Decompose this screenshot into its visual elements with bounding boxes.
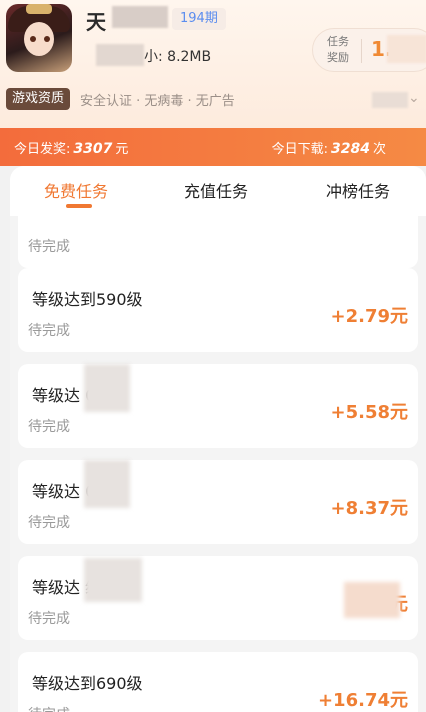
chevron-down-icon[interactable]: ⌄ bbox=[408, 90, 420, 106]
task-reward-amount: +2.79元 bbox=[330, 306, 409, 327]
app-avatar bbox=[6, 4, 72, 72]
daily-downloads: 今日下载: 3284 次 bbox=[271, 141, 386, 157]
certification-text: 安全认证 · 无病毒 · 无广告 bbox=[80, 94, 235, 109]
game-qualification-tag: 游戏资质 bbox=[6, 88, 71, 110]
active-tab-indicator bbox=[66, 204, 92, 208]
privacy-mask bbox=[84, 364, 130, 412]
daily-stats-bar: 今日发奖: 3307 元 今日下载: 3284 次 bbox=[0, 128, 426, 166]
privacy-mask bbox=[112, 6, 168, 28]
issue-badge: 194期 bbox=[172, 8, 226, 30]
task-status: 待完成 bbox=[28, 611, 70, 627]
task-card[interactable]: 等级达 0级 待完成 +5.58元 bbox=[18, 364, 418, 448]
tab-ranking-tasks[interactable]: 冲榜任务 bbox=[326, 178, 390, 202]
task-card[interactable]: 等级达到590级 待完成 +2.79元 bbox=[18, 268, 418, 352]
task-title: 等级达到690级 bbox=[32, 674, 143, 693]
task-card[interactable]: 等级达 级 待完成 +1 元 bbox=[18, 556, 418, 640]
privacy-mask bbox=[84, 460, 130, 508]
task-card[interactable]: 等级达 0级 待完成 +8.37元 bbox=[18, 460, 418, 544]
task-reward-pill[interactable]: 任务奖励 1. bbox=[312, 28, 426, 72]
task-status: 待完成 bbox=[28, 323, 70, 339]
privacy-mask bbox=[344, 582, 400, 618]
task-title: 等级达到590级 bbox=[32, 290, 143, 309]
task-status: 待完成 bbox=[28, 239, 70, 255]
task-status: 待完成 bbox=[28, 704, 70, 712]
certification-row[interactable]: 游戏资质 安全认证 · 无病毒 · 无广告 ⌄ bbox=[4, 86, 424, 112]
reward-label: 任务奖励 bbox=[327, 35, 349, 64]
task-status: 待完成 bbox=[28, 515, 70, 531]
app-name: 天 bbox=[86, 10, 106, 34]
task-reward-amount: +8.37元 bbox=[330, 498, 409, 519]
tab-recharge-tasks[interactable]: 充值任务 bbox=[184, 178, 248, 202]
tab-free-tasks[interactable]: 免费任务 bbox=[44, 178, 108, 202]
privacy-mask bbox=[372, 92, 408, 108]
privacy-mask bbox=[84, 558, 142, 602]
daily-rewards: 今日发奖: 3307 元 bbox=[14, 141, 129, 157]
task-status: 待完成 bbox=[28, 419, 70, 435]
privacy-mask bbox=[96, 44, 144, 66]
task-reward-amount: +16.74元 bbox=[317, 690, 408, 711]
app-header: 天 194期 小: 8.2MB 任务奖励 1. 游戏资质 安全认证 · 无病毒 … bbox=[0, 0, 426, 128]
task-panel: 待完成 +1.11元 等级达到590级 待完成 +2.79元 等级达 0级 待完… bbox=[10, 166, 426, 712]
privacy-mask bbox=[387, 35, 426, 63]
task-card[interactable]: 等级达到690级 待完成 +16.74元 bbox=[18, 652, 418, 712]
task-reward-amount: +5.58元 bbox=[330, 402, 409, 423]
task-tabs: 免费任务 充值任务 冲榜任务 bbox=[10, 166, 426, 216]
